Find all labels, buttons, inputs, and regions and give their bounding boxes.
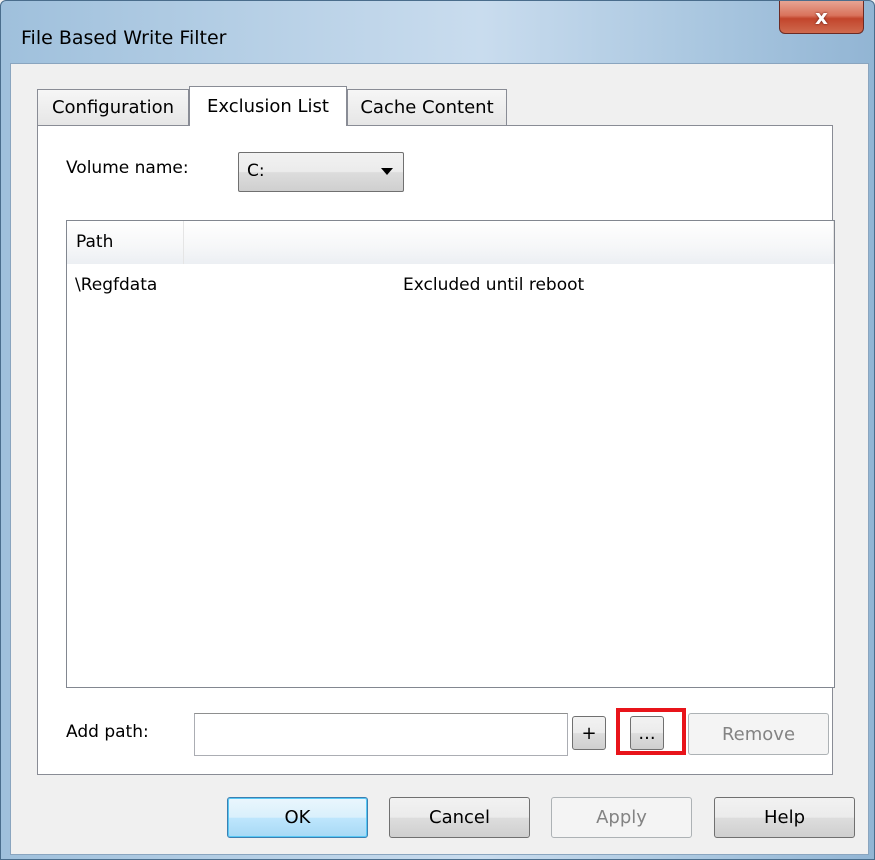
tab-configuration-label: Configuration (51, 97, 175, 118)
list-item[interactable]: \Regfdata Excluded until reboot (67, 271, 834, 301)
volume-name-label: Volume name: (66, 158, 189, 178)
add-path-button[interactable]: + (572, 716, 606, 750)
tab-exclusion-list-label: Exclusion List (206, 96, 329, 117)
column-header-path[interactable]: Path (67, 221, 184, 264)
list-item-status: Excluded until reboot (403, 275, 585, 295)
list-header: Path (67, 221, 834, 264)
dialog-window: File Based Write Filter x Configuration … (0, 0, 875, 860)
help-button-label: Help (763, 807, 806, 828)
window-title: File Based Write Filter (21, 27, 227, 49)
exclusion-list-panel: Volume name: C: Path \Regfdata Excluded … (37, 125, 835, 775)
add-path-input[interactable] (194, 713, 568, 756)
exclusion-list-view[interactable]: Path \Regfdata Excluded until reboot (66, 220, 835, 688)
chevron-down-icon (381, 168, 393, 175)
cancel-button-label: Cancel (429, 807, 490, 828)
help-button[interactable]: Help (714, 797, 855, 838)
column-header-path-label: Path (76, 232, 114, 252)
apply-button[interactable]: Apply (551, 797, 692, 838)
add-path-button-label: + (581, 722, 597, 744)
cancel-button[interactable]: Cancel (389, 797, 530, 838)
volume-name-dropdown[interactable]: C: (238, 152, 404, 192)
volume-name-value: C: (247, 161, 265, 181)
apply-button-label: Apply (596, 807, 647, 828)
tab-cache-content[interactable]: Cache Content (347, 89, 507, 125)
tab-exclusion-list[interactable]: Exclusion List (189, 86, 347, 126)
close-button[interactable]: x (779, 1, 864, 34)
title-bar[interactable]: File Based Write Filter x (1, 1, 874, 63)
highlight-box (616, 708, 686, 755)
ok-button[interactable]: OK (227, 797, 368, 838)
ok-button-label: OK (284, 807, 311, 828)
column-header-status[interactable] (184, 221, 834, 264)
add-path-label: Add path: (66, 722, 149, 742)
remove-button[interactable]: Remove (688, 713, 829, 755)
dialog-client-area: Configuration Exclusion List Cache Conte… (10, 63, 869, 855)
remove-button-label: Remove (721, 723, 796, 745)
tab-cache-content-label: Cache Content (360, 97, 494, 118)
tab-configuration[interactable]: Configuration (37, 89, 189, 125)
list-item-path: \Regfdata (75, 275, 158, 295)
close-icon: x (815, 5, 828, 29)
